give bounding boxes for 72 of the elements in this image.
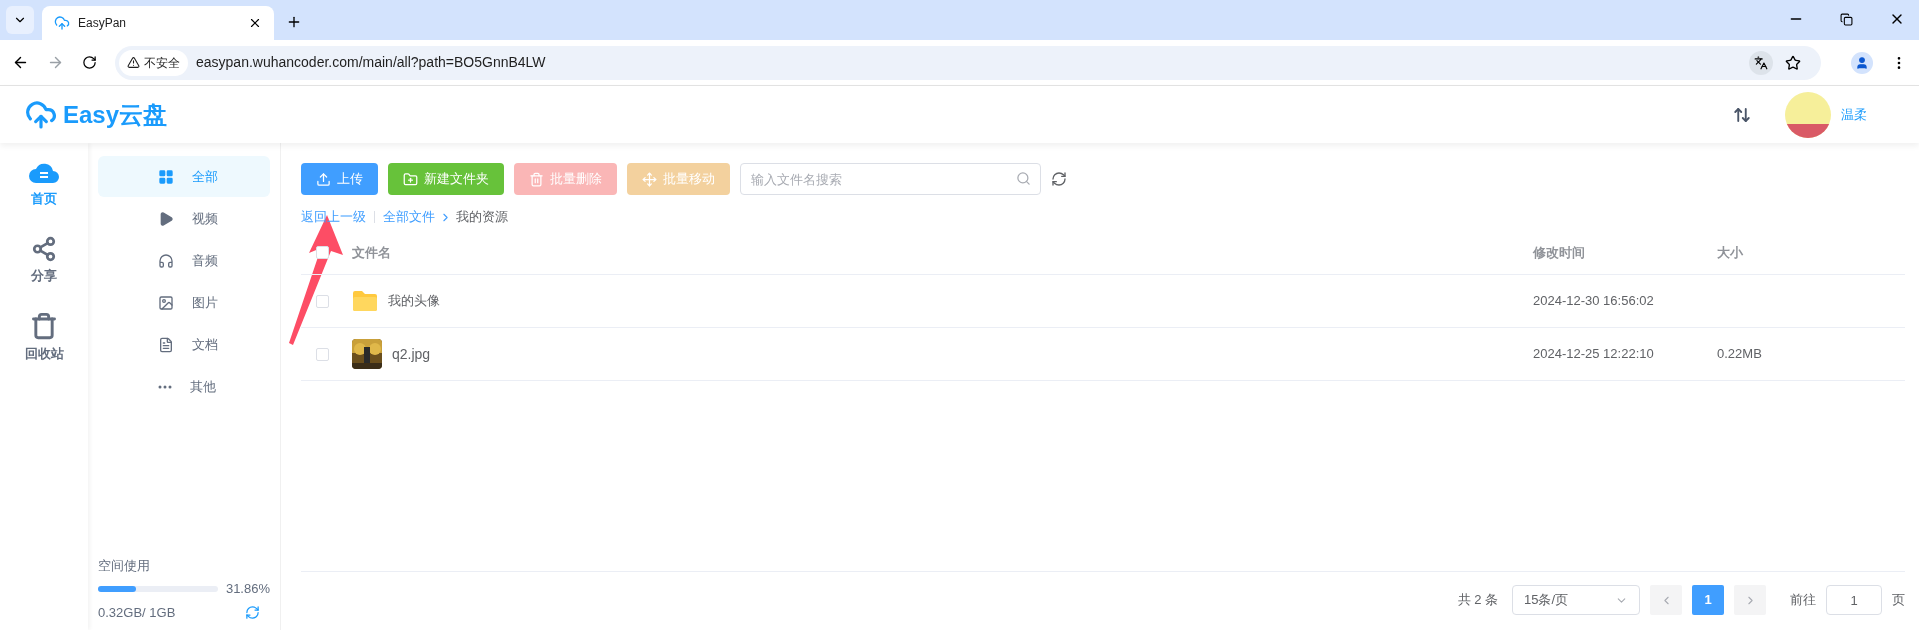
- play-icon: [158, 210, 174, 227]
- image-icon: [158, 294, 174, 311]
- back-link[interactable]: 返回上一级: [301, 207, 366, 227]
- file-size: 0.22MB: [1717, 345, 1762, 364]
- address-bar[interactable]: 不安全 easypan.wuhancoder.com/main/all?path=BO5GnnB4LW: [115, 45, 1821, 80]
- page-size-select[interactable]: 15条/页: [1512, 585, 1640, 615]
- checkbox[interactable]: [316, 347, 329, 361]
- translate-icon: [1754, 55, 1768, 70]
- back-icon[interactable]: [12, 54, 29, 71]
- more-icon: [158, 384, 172, 389]
- nav-item[interactable]: 分享: [9, 235, 79, 285]
- url-text: easypan.wuhancoder.com/main/all?path=BO5GnnB4LW: [196, 53, 547, 72]
- forward-icon[interactable]: [47, 54, 64, 71]
- category-item[interactable]: 音频: [98, 240, 270, 281]
- tab-title: EasyPan: [78, 15, 128, 32]
- file-name[interactable]: q2.jpg: [392, 343, 431, 365]
- modified-time: 2024-12-30 16:56:02: [1533, 292, 1655, 311]
- search-field[interactable]: 输入文件名搜索: [740, 163, 1041, 195]
- breadcrumb-link[interactable]: 全部文件: [383, 207, 435, 227]
- refresh-icon[interactable]: [1051, 171, 1067, 187]
- user-icon: [1855, 55, 1869, 70]
- star-icon[interactable]: [1785, 54, 1801, 71]
- category-item[interactable]: 图片: [98, 282, 270, 323]
- refresh-icon[interactable]: [245, 604, 260, 620]
- logo-icon: [25, 98, 57, 131]
- grid-icon: [158, 168, 174, 185]
- modified-time: 2024-12-25 12:22:10: [1533, 345, 1655, 364]
- folder-icon: [352, 290, 378, 312]
- share-icon: [31, 235, 57, 262]
- nav-item[interactable]: 首页: [9, 159, 79, 209]
- logo-text: Easy云盘: [63, 99, 168, 130]
- category-item[interactable]: 其他: [98, 366, 270, 407]
- new-tab-icon[interactable]: [286, 14, 302, 30]
- upload-icon: [316, 171, 331, 187]
- move-icon: [642, 171, 657, 187]
- storage-label: 空间使用: [98, 556, 151, 575]
- storage-usage: 0.32GB/ 1GB: [98, 603, 177, 622]
- restore-icon[interactable]: [1840, 13, 1853, 26]
- goto-field[interactable]: 1: [1826, 585, 1882, 615]
- column-header: 修改时间: [1533, 243, 1586, 262]
- transfer-icon[interactable]: [1733, 105, 1751, 124]
- checkbox[interactable]: [316, 294, 329, 308]
- folder-plus-icon: [403, 171, 418, 187]
- headphones-icon: [158, 252, 174, 269]
- category-item[interactable]: 视频: [98, 198, 270, 239]
- category-item[interactable]: 全部: [98, 156, 270, 197]
- trash-icon: [30, 312, 58, 340]
- column-header: 文件名: [352, 243, 392, 262]
- breadcrumb-current: 我的资源: [456, 208, 508, 227]
- nav-item[interactable]: 回收站: [9, 312, 79, 364]
- document-icon: [158, 336, 174, 353]
- close-icon[interactable]: [248, 16, 262, 30]
- profile-button[interactable]: [1851, 51, 1873, 74]
- category-item[interactable]: 文档: [98, 324, 270, 365]
- cloud-icon: [54, 15, 70, 31]
- security-label: 不安全: [144, 54, 180, 72]
- checkbox[interactable]: [316, 246, 329, 259]
- column-header: 大小: [1717, 243, 1743, 262]
- translate-button[interactable]: [1749, 50, 1773, 75]
- trash-icon: [529, 171, 544, 187]
- storage-percent: 31.86%: [225, 580, 270, 598]
- file-name[interactable]: 我的头像: [388, 291, 440, 311]
- total-count: 共 2 条: [1457, 591, 1498, 610]
- warning-icon: [127, 56, 140, 69]
- goto-suffix: 页: [1892, 591, 1905, 610]
- browser-tab[interactable]: EasyPan: [42, 6, 274, 40]
- avatar[interactable]: [1785, 91, 1831, 138]
- goto-label: 前往: [1790, 591, 1816, 610]
- user-name[interactable]: 温柔: [1841, 104, 1867, 125]
- file-row[interactable]: q2.jpg 2024-12-25 12:22:10 0.22MB: [301, 328, 1905, 381]
- security-chip[interactable]: 不安全: [119, 49, 188, 76]
- reload-icon[interactable]: [82, 55, 97, 70]
